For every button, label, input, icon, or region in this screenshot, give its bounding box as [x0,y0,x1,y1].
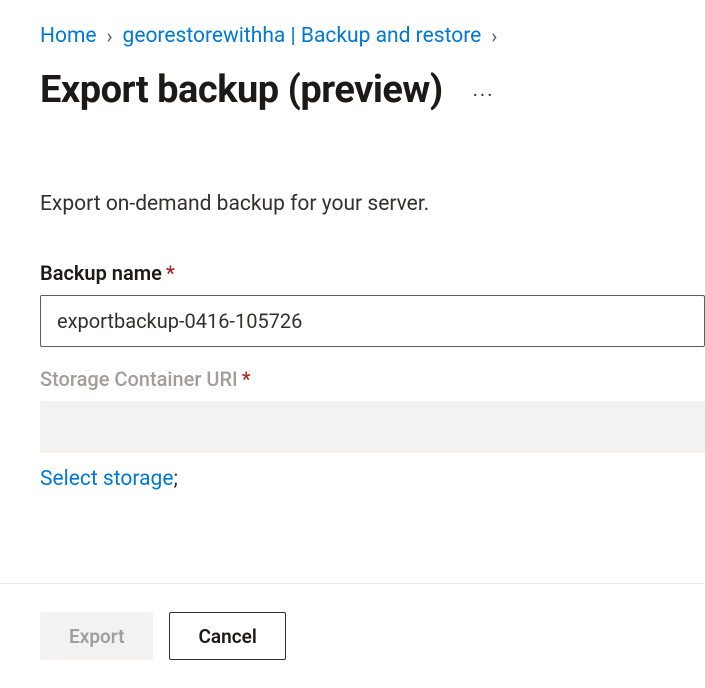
breadcrumb-home[interactable]: Home [40,24,97,48]
backup-name-label: Backup name* [40,261,705,285]
required-indicator: * [166,261,175,285]
form: Backup name* Storage Container URI* Sele… [0,216,705,491]
more-actions-icon[interactable]: ··· [473,73,495,107]
required-indicator: * [242,367,251,391]
chevron-right-icon: › [107,26,113,46]
page-description: Export on-demand backup for your server. [0,112,705,216]
page-title-row: Export backup (preview) ··· [0,48,705,112]
export-button: Export [40,612,153,660]
chevron-right-icon: › [491,26,497,46]
backup-name-input[interactable] [40,295,705,347]
select-storage-link[interactable]: Select storage [40,467,173,491]
storage-uri-input [40,401,705,453]
semicolon: ; [173,467,177,491]
cancel-button[interactable]: Cancel [169,612,285,660]
breadcrumb-resource[interactable]: georestorewithha | Backup and restore [123,24,482,48]
breadcrumb: Home › georestorewithha | Backup and res… [0,0,705,48]
page-title: Export backup (preview) [40,68,443,112]
backup-name-group: Backup name* [40,261,705,347]
storage-uri-label: Storage Container URI* [40,367,705,391]
footer: Export Cancel [0,583,705,688]
storage-uri-group: Storage Container URI* Select storage; [40,367,705,491]
